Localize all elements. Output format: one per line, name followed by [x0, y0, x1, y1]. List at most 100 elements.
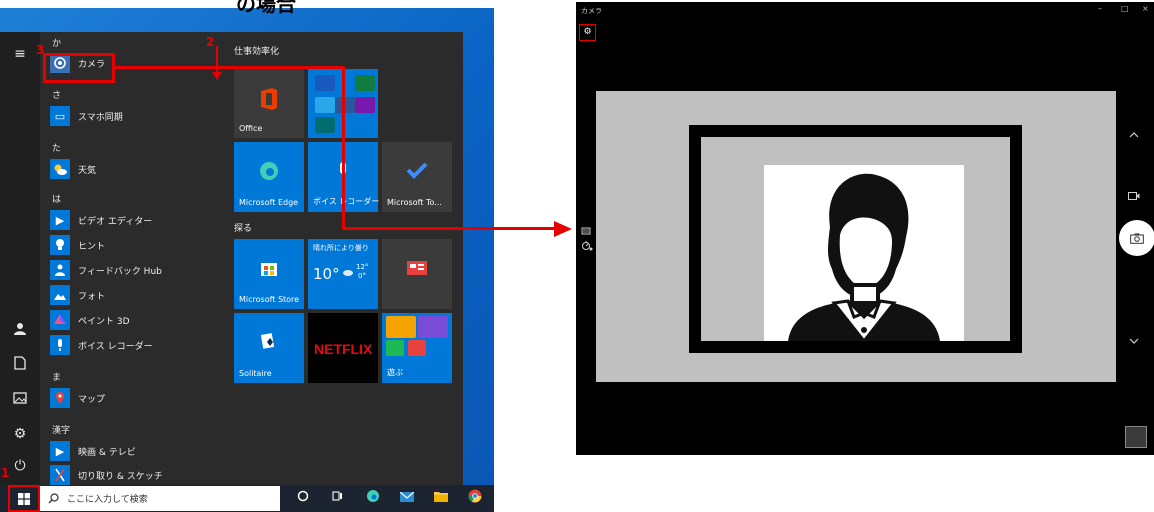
documents-icon[interactable]	[10, 356, 30, 376]
taskbar-search-box[interactable]: ここに入力して検索	[40, 486, 280, 511]
start-menu-rail: ≡ ⚙ ⏻	[0, 32, 40, 485]
tile-label: Office	[239, 124, 263, 133]
arrow-line-segment	[342, 66, 345, 229]
app-paint-3d[interactable]: ペイント 3D	[50, 308, 210, 332]
file-explorer-icon[interactable]	[432, 489, 450, 507]
tile-label: Solitaire	[239, 369, 272, 378]
app-video-editor[interactable]: ▶ ビデオ エディター	[50, 208, 210, 232]
app-movies-tv[interactable]: ▶ 映画 & テレビ	[50, 439, 210, 463]
task-view-icon[interactable]	[328, 489, 346, 507]
picture-frame-mat	[701, 137, 1010, 341]
camera-settings-button[interactable]: ⚙	[579, 24, 596, 41]
app-voice-recorder[interactable]: ボイス レコーダー	[50, 333, 210, 357]
excel-mini-icon	[355, 75, 375, 91]
tile-netflix[interactable]: NETFLIX	[308, 313, 378, 383]
tile-microsoft-store[interactable]: Microsoft Store	[234, 239, 304, 309]
windows-desktop: ≡ ⚙ ⏻ か カメラ さ ▭ スマホ同期 た 天気 は ▶ ビデオ エディター…	[0, 8, 494, 512]
gear-icon: ⚙	[583, 27, 592, 37]
letter-header-sa[interactable]: さ	[52, 88, 61, 101]
tile-label: Microsoft Edge	[239, 198, 299, 207]
app-snip-sketch[interactable]: 切り取り & スケッチ	[50, 463, 210, 487]
step-number-1: 1	[1, 466, 10, 480]
portrait-illustration	[764, 165, 964, 341]
app-tips[interactable]: ヒント	[50, 233, 210, 257]
start-button[interactable]	[8, 485, 40, 512]
arrow-line-segment	[115, 66, 345, 69]
maximize-button[interactable]: □	[1121, 4, 1129, 13]
step-number-2: 2	[206, 35, 215, 49]
app-phone-link[interactable]: ▭ スマホ同期	[50, 104, 210, 128]
pictures-icon[interactable]	[10, 390, 30, 410]
power-icon[interactable]: ⏻	[10, 456, 30, 476]
weather-icon	[50, 159, 70, 179]
camera-icon	[1130, 233, 1144, 244]
settings-gear-icon[interactable]: ⚙	[10, 424, 30, 444]
app-label: 天気	[78, 165, 97, 176]
letter-header-ta[interactable]: た	[52, 141, 61, 154]
chevron-down-icon[interactable]	[1129, 336, 1139, 347]
photo-settings-icon[interactable]	[581, 226, 591, 239]
person-silhouette-icon	[788, 173, 940, 341]
close-button[interactable]: ×	[1142, 4, 1149, 13]
picture-frame	[689, 125, 1022, 353]
camera-app-window: カメラ – □ × ⚙	[576, 2, 1154, 455]
word-mini-icon	[335, 97, 355, 113]
app-label: スマホ同期	[78, 112, 123, 123]
mail-icon[interactable]	[398, 489, 416, 507]
cards-icon	[234, 331, 304, 357]
tile-label: Microsoft Store	[239, 295, 300, 304]
arrow-line-segment	[342, 227, 558, 230]
weather-low: 0°	[358, 272, 366, 280]
group-title-productivity[interactable]: 仕事効率化	[234, 44, 279, 57]
arrow-head-icon	[554, 221, 572, 237]
camera-preview	[596, 91, 1116, 382]
cortana-circle-icon[interactable]	[294, 489, 312, 507]
letter-header-ha[interactable]: は	[52, 192, 61, 205]
office-logo-icon	[234, 87, 304, 117]
app-label: 映画 & テレビ	[78, 447, 136, 458]
store-bag-icon	[234, 257, 304, 283]
tile-office[interactable]: Office	[234, 69, 304, 138]
app-photos[interactable]: フォト	[50, 283, 210, 307]
timer-icon[interactable]	[581, 240, 593, 255]
user-account-icon[interactable]	[10, 322, 30, 342]
group-title-explore[interactable]: 探る	[234, 221, 252, 234]
minimize-button[interactable]: –	[1098, 4, 1102, 13]
windows-logo-icon	[18, 492, 30, 505]
app-label: 切り取り & スケッチ	[78, 471, 163, 482]
take-photo-button[interactable]	[1119, 220, 1154, 256]
onenote-mini-icon	[355, 97, 375, 113]
chevron-up-icon[interactable]	[1129, 128, 1139, 141]
edge-taskbar-icon[interactable]	[364, 489, 382, 507]
last-photo-thumbnail[interactable]	[1125, 426, 1147, 448]
hamburger-menu-icon[interactable]: ≡	[10, 44, 30, 64]
weather-condition: 晴れ所により曇り	[313, 244, 369, 252]
video-mode-icon[interactable]	[1128, 192, 1140, 203]
tile-news[interactable]	[382, 239, 452, 309]
chrome-icon[interactable]	[466, 489, 484, 507]
tile-weather-live[interactable]: 晴れ所により曇り 10° 12° 0°	[308, 239, 378, 309]
letter-header-ka[interactable]: か	[52, 36, 61, 49]
feedback-person-icon	[50, 260, 70, 280]
game-icon	[418, 316, 448, 338]
app-maps[interactable]: マップ	[50, 386, 210, 410]
outlook-mini-icon	[315, 75, 335, 91]
app-label: ビデオ エディター	[78, 216, 153, 227]
app-feedback-hub[interactable]: フィードバック Hub	[50, 258, 210, 282]
search-icon	[48, 493, 59, 504]
letter-header-ma[interactable]: ま	[52, 370, 61, 383]
app-label: ヒント	[78, 241, 106, 252]
app-label: マップ	[78, 394, 106, 405]
tile-microsoft-todo[interactable]: Microsoft To...	[382, 142, 452, 212]
video-editor-icon: ▶	[50, 210, 70, 230]
tile-microsoft-edge[interactable]: Microsoft Edge	[234, 142, 304, 212]
app-weather[interactable]: 天気	[50, 157, 210, 181]
cloud-sun-icon	[342, 267, 354, 279]
tile-label: 遊ぶ	[387, 368, 403, 377]
tile-play-folder[interactable]: 遊ぶ	[382, 313, 452, 383]
letter-header-kanji[interactable]: 漢字	[52, 423, 70, 436]
tips-lightbulb-icon	[50, 235, 70, 255]
tile-solitaire[interactable]: Solitaire	[234, 313, 304, 383]
photos-icon	[50, 285, 70, 305]
snip-sketch-icon	[50, 465, 70, 485]
